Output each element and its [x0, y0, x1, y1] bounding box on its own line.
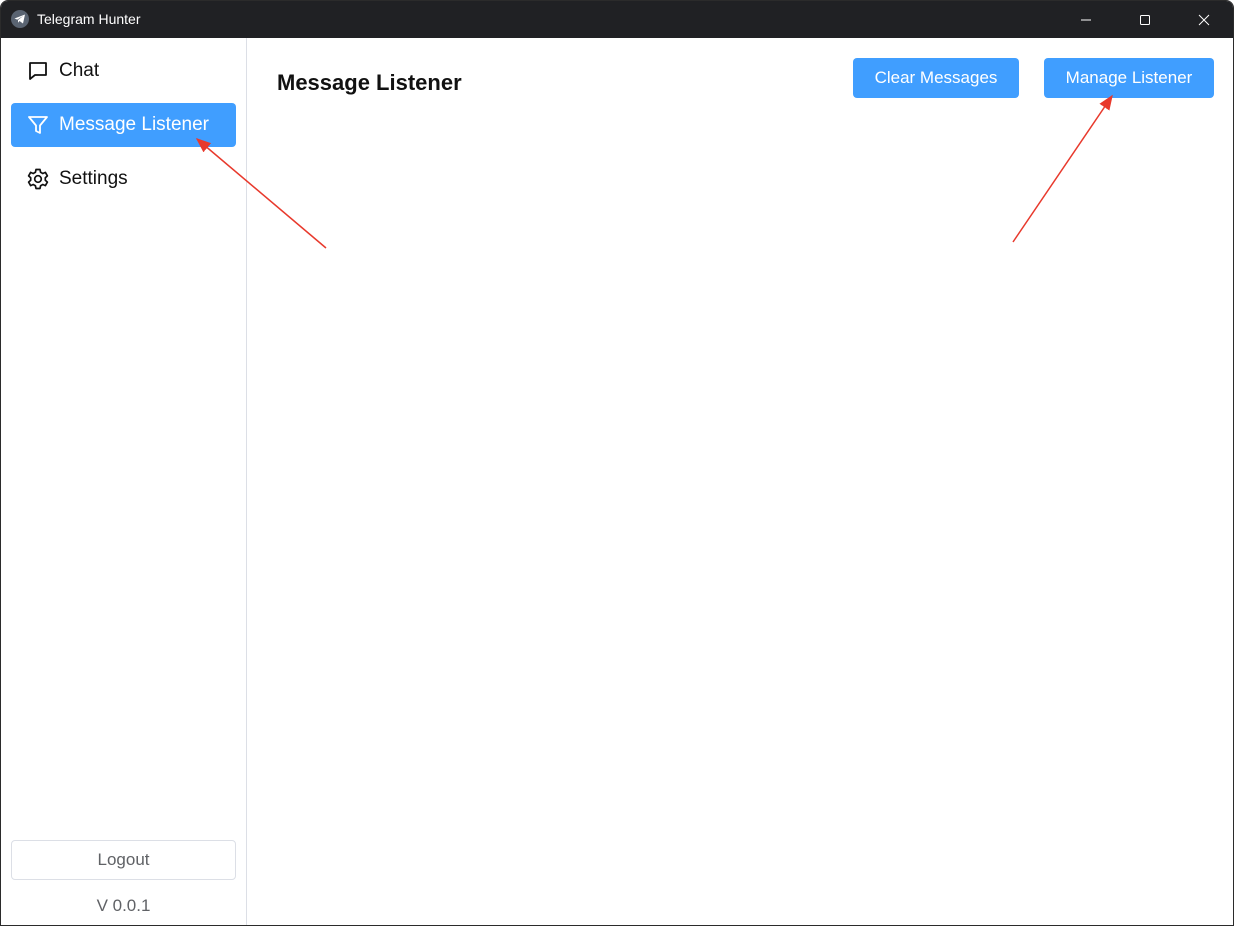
sidebar-item-message-listener[interactable]: Message Listener: [11, 103, 236, 147]
maximize-button[interactable]: [1116, 1, 1174, 38]
close-icon: [1198, 14, 1210, 25]
minimize-icon: [1081, 19, 1091, 20]
sidebar-item-chat[interactable]: Chat: [11, 49, 236, 93]
sidebar-item-label: Message Listener: [59, 114, 209, 135]
clear-messages-button[interactable]: Clear Messages: [853, 58, 1019, 98]
filter-icon: [26, 113, 50, 137]
gear-icon: [26, 167, 50, 191]
title-bar: Telegram Hunter: [1, 1, 1233, 38]
maximize-icon: [1140, 14, 1150, 25]
sidebar-item-label: Chat: [59, 60, 100, 81]
window-title: Telegram Hunter: [37, 11, 141, 27]
chat-bubble-icon: [26, 59, 50, 83]
minimize-button[interactable]: [1057, 1, 1115, 38]
sidebar-item-settings[interactable]: Settings: [11, 157, 236, 201]
logout-button[interactable]: Logout: [11, 840, 236, 880]
app-window: Telegram Hunter Chat Message Listener Se…: [0, 0, 1234, 926]
manage-listener-button[interactable]: Manage Listener: [1044, 58, 1214, 98]
close-button[interactable]: [1175, 1, 1233, 38]
sidebar: Chat Message Listener Settings Logout V …: [1, 38, 247, 925]
page-title: Message Listener: [277, 70, 462, 95]
telegram-plane-icon: [11, 10, 29, 28]
main-content: Message Listener Clear Messages Manage L…: [247, 38, 1233, 925]
version-label: V 0.0.1: [96, 896, 151, 915]
sidebar-item-label: Settings: [59, 168, 128, 189]
